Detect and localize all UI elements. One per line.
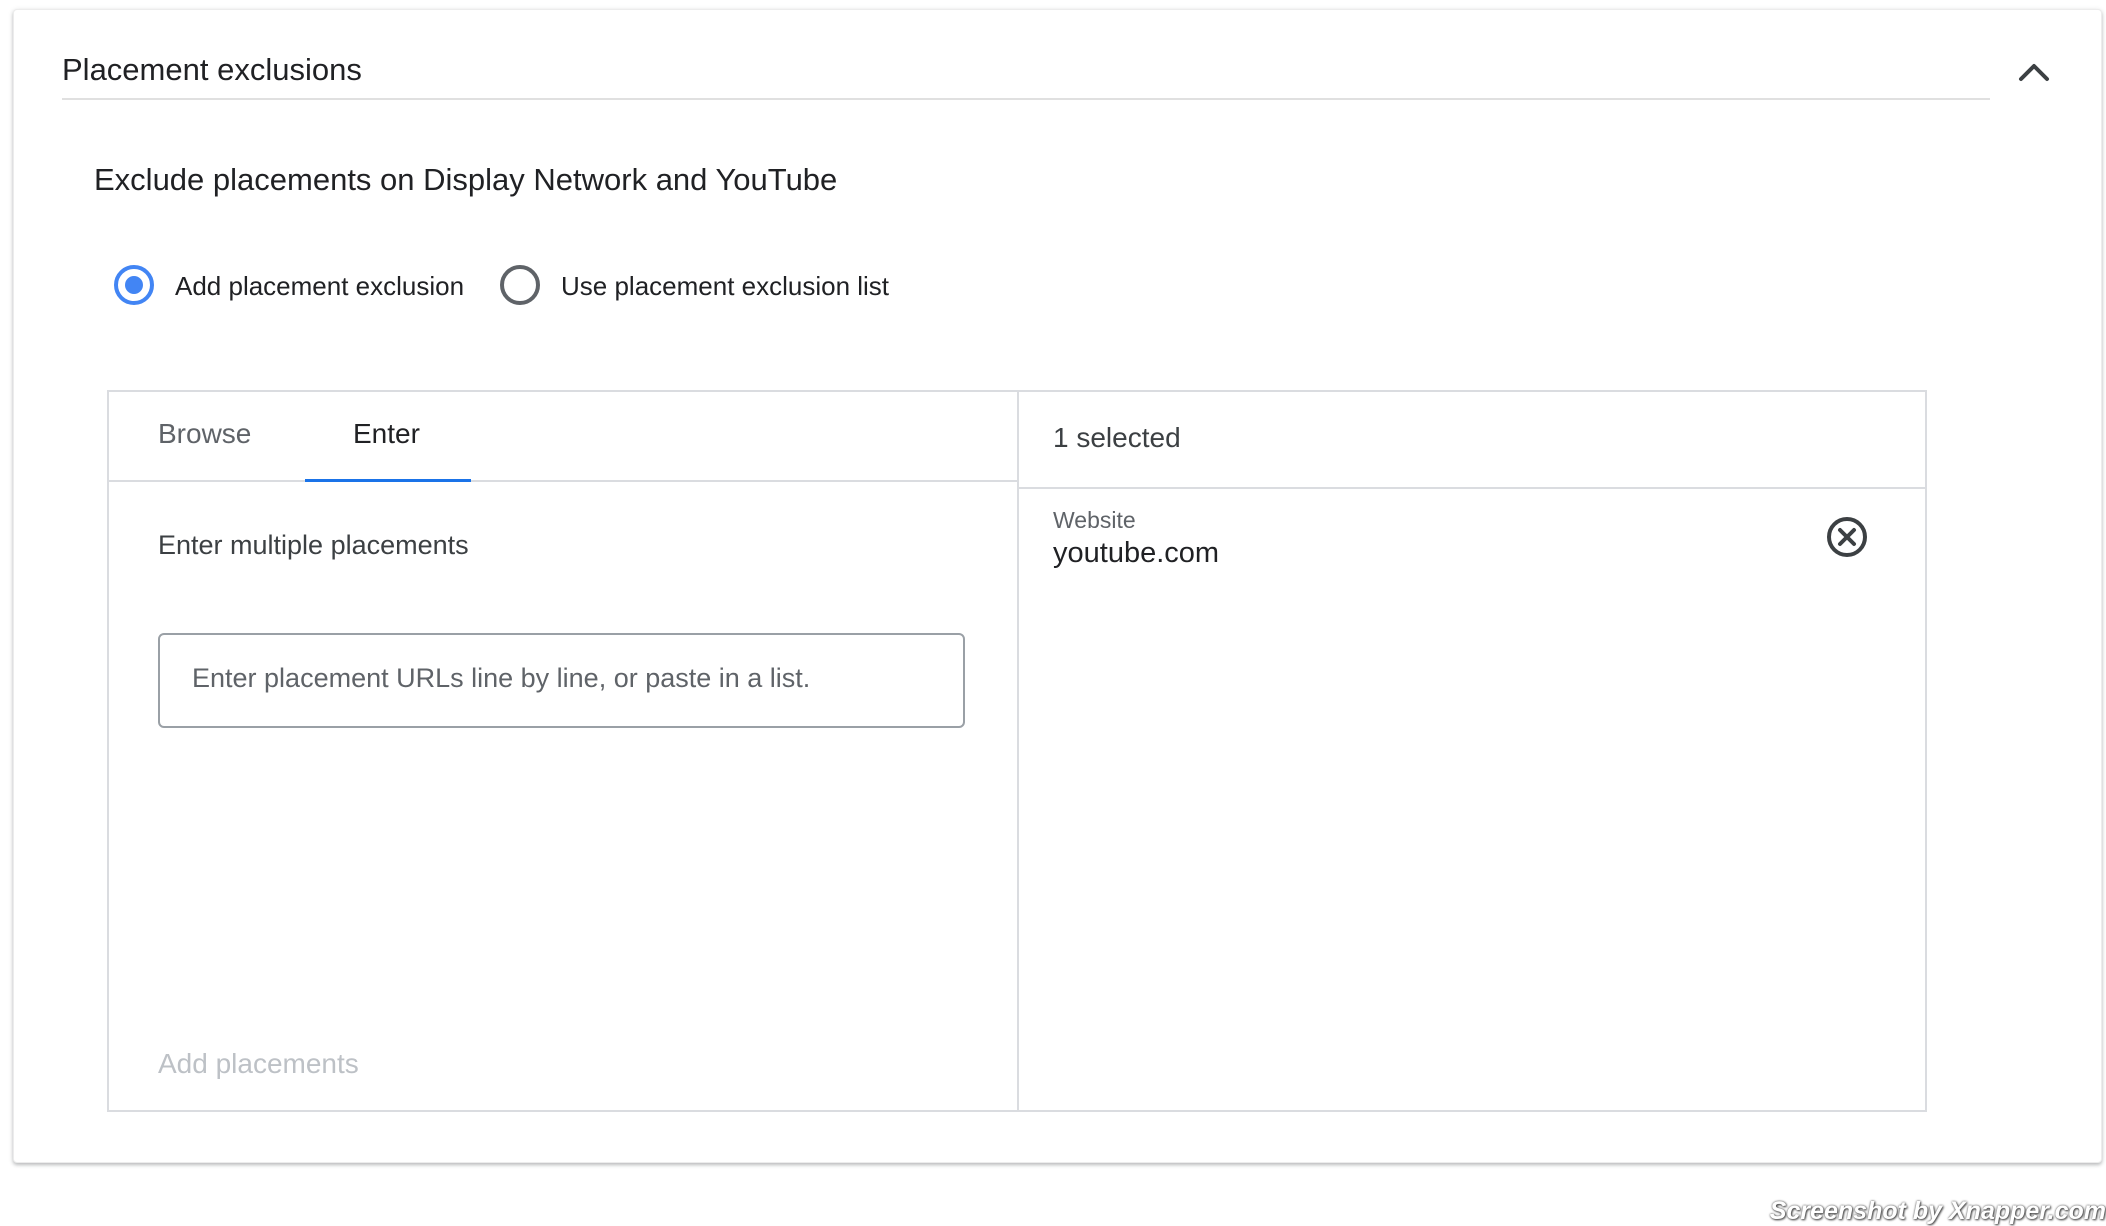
tab-browse[interactable]: Browse [109,392,305,480]
selected-count: 1 selected [1053,422,1181,453]
radio-unchecked-icon [500,265,540,305]
tab-label: Enter [353,418,420,449]
add-placements-button[interactable]: Add placements [158,1048,359,1080]
exclude-heading: Exclude placements on Display Network an… [94,162,838,197]
selected-item-value: youtube.com [1053,537,1220,569]
selected-item: Website youtube.com [1019,507,1925,587]
selected-item-type: Website [1053,507,1136,533]
section-title: Placement exclusions [62,52,362,87]
remove-selected-button[interactable] [1825,515,1869,559]
tab-bar: Browse Enter [109,392,1017,482]
placement-entry-pane: Browse Enter Enter multiple placements A… [109,392,1019,1110]
section-header[interactable]: Placement exclusions [62,38,1990,100]
selected-placements-pane: 1 selected Website youtube.com [1019,392,1925,1110]
radio-label: Add placement exclusion [175,271,465,301]
enter-multiple-label: Enter multiple placements [158,530,469,560]
placement-picker: Browse Enter Enter multiple placements A… [107,390,1927,1112]
remove-circle-icon [1827,517,1867,557]
watermark: Screenshot by Xnapper.com [1769,1197,2106,1225]
tab-label: Browse [158,418,252,449]
collapse-button[interactable] [2009,48,2059,98]
radio-label: Use placement exclusion list [561,271,890,301]
placement-urls-input[interactable] [158,633,965,728]
chevron-up-icon [2019,64,2049,81]
selected-header: 1 selected [1019,392,1925,489]
radio-use-placement-exclusion-list[interactable]: Use placement exclusion list [500,259,920,313]
radio-checked-icon [114,265,154,305]
radio-add-placement-exclusion[interactable]: Add placement exclusion [114,259,474,313]
tab-enter[interactable]: Enter [305,392,471,482]
placement-exclusions-card: Placement exclusions Exclude placements … [13,9,2102,1163]
